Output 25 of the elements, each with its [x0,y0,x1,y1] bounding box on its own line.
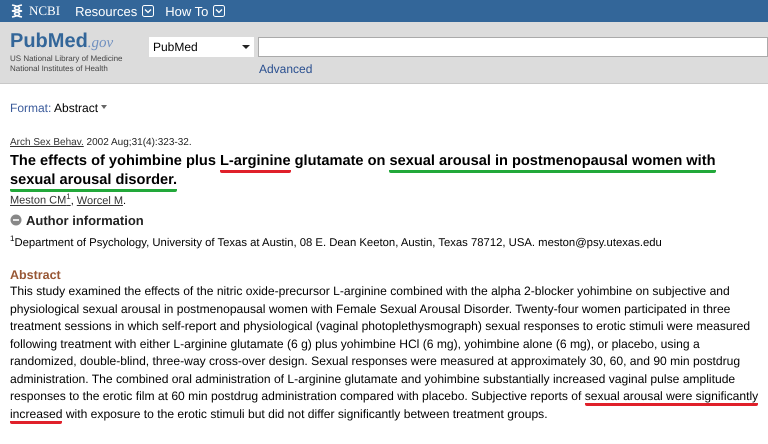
format-selector[interactable]: Format: Abstract [10,101,108,115]
dropdown-icon[interactable] [142,5,154,17]
punctuation-text: , [70,194,74,207]
affiliation-text: $^{1}$Department of Psychology, University of Texas at Austin, 08 E. Dean Keeton, Austin, Texas 78712, USA. meston@psy.utexas.edu [10,234,662,248]
collapse-icon[interactable] [10,214,22,226]
database-select[interactable]: PubMed [149,37,254,57]
advanced-link[interactable]: Advanced [259,62,768,76]
journal-link[interactable]: Arch Sex Behav. [10,137,84,148]
pubmed-logo[interactable]: PubMed.gov [10,30,114,54]
abstract-heading: Abstract [10,268,62,282]
search-field[interactable] [258,37,768,57]
abstract-text: This study examined the effects of the nitric oxide-precursor L-arginine combined with the alpha 2-blocker yohimbine on subjective and physiological sexual arousal in postmenopausal women with Female Sexual Arousal Disorder. Twenty-four women participated in three treatment sessions in which self-report and physiological (vaginal photoplethysmograph) sexual responses to erotic stimuli were measured following treatment with either L-arginine glutamate (6 g) plus yohimbine HCl (6 mg), yohimbine alone (6 mg), or placebo, using a randomized, double-blind, three-way cross-over design. Sexual responses were measured at approximately 30, 60, and 90 min postdrug administration. The combined oral administration of L-arginine glutamate and yohimbine substantially increased vaginal pulse amplitude responses to the erotic film at 60 min postdrug administration compared with placebo. Subjective reports of sexual arousal were significantly increased with exposure to the erotic stimuli but did not differ significantly between treatment groups. [10,283,762,424]
menu-button[interactable]: Resources [75,4,138,18]
menu-button[interactable]: How To [165,4,208,18]
organization-text: National Institutes of Health [10,64,109,74]
punctuation-text: . [123,194,126,207]
organization-text: US National Library of Medicine [10,54,124,64]
author-info-toggle[interactable]: Author information [26,212,144,228]
article-title: The effects of yohimbine plus L-arginine glutamate on sexual arousal in postmenopausal women with sexual arousal disorder. [10,152,758,190]
citation-text: Arch Sex Behav. 2002 Aug;31(4):323-32. [10,137,192,148]
dropdown-icon[interactable] [213,5,226,17]
ncbi-logo-text[interactable]: NCBI [29,3,60,19]
author-link[interactable]: Worcel M [76,194,124,207]
author-link[interactable]: Meston CM$^{1}$ [10,192,71,207]
helix-icon [10,3,24,19]
